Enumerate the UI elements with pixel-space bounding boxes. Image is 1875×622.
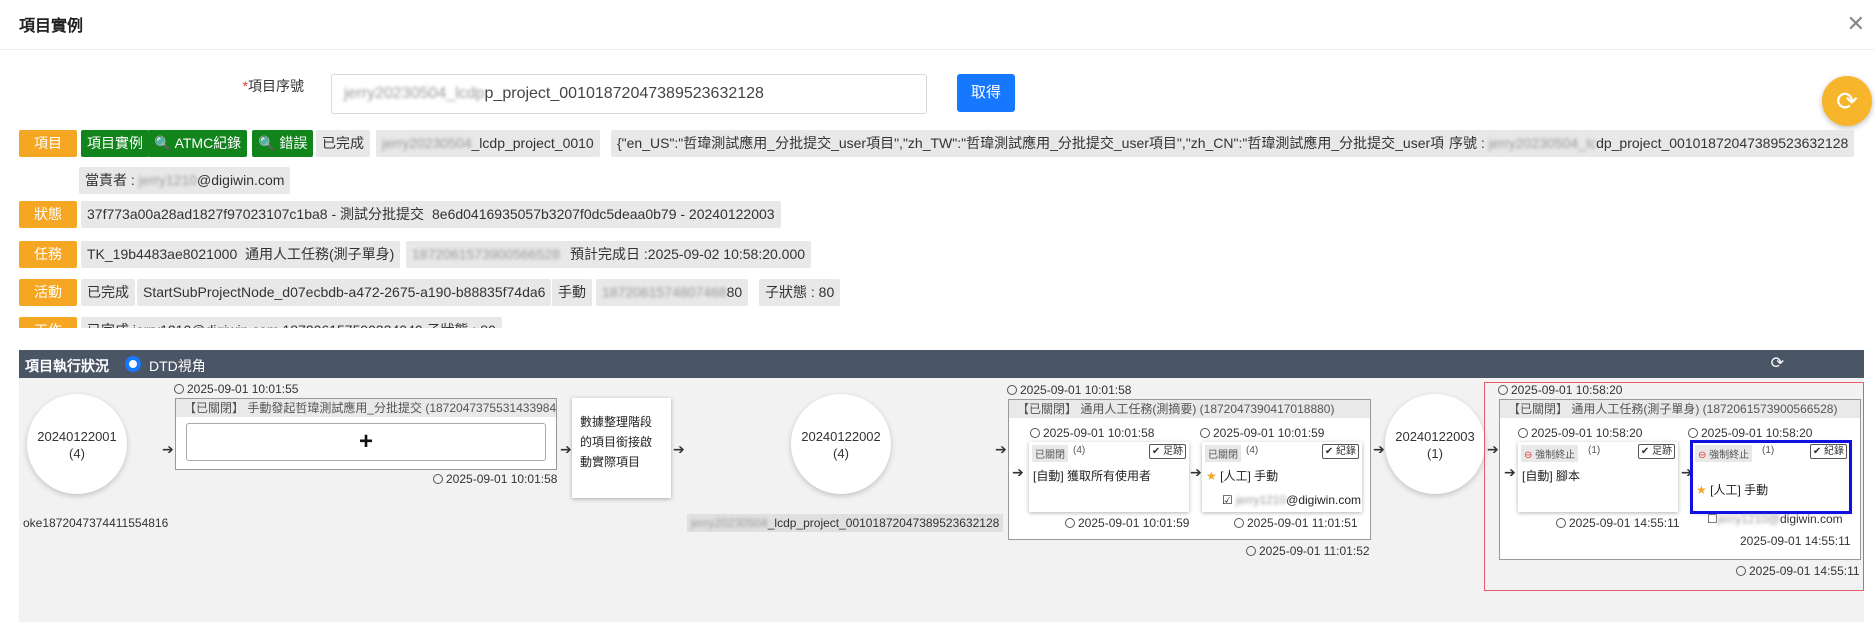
checkbox-icon: ☑ <box>1222 493 1233 507</box>
checkbox-icon: ☐ <box>1707 512 1718 526</box>
info-panel: 項目 項目實例 🔍 ATMC紀錄 🔍 錯誤 已完成 jerry20230504_… <box>19 130 1859 328</box>
terminated-tag: ⊖ 強制終止 <box>1521 445 1579 462</box>
work-chip: 已完成 jerry1210@digiwin.com 18720615759033… <box>81 317 502 328</box>
atmc-record-button[interactable]: 🔍 ATMC紀錄 <box>148 130 248 157</box>
dtd-view-label[interactable]: DTD視角 <box>149 356 206 376</box>
g2-auto-card[interactable]: 已關閉 (4) ✔ 足跡 [自動] 獲取所有使用者 <box>1029 442 1189 512</box>
dtd-view-radio[interactable] <box>125 356 141 372</box>
arrow-icon: ➔ <box>560 441 572 457</box>
activity-serial-chip: 187206157480746880 <box>596 279 749 306</box>
closed-tag: 已關閉 <box>1032 445 1068 462</box>
project-serial-row: *項目序號 jerry20230504_lcdpp_project_001018… <box>0 74 1875 114</box>
g3-auto-card[interactable]: ⊖ 強制終止 (1) ✔ 足跡 [自動] 腳本 <box>1518 442 1678 512</box>
project-code-chip: jerry20230504_lcdp_project_0010 <box>376 130 600 157</box>
owner-chip: 當責者 : jerry1210@digiwin.com <box>79 167 291 194</box>
record-button[interactable]: ✔ 紀錄 <box>1321 444 1359 459</box>
dialog-title: 項目實例 <box>19 18 84 35</box>
star-icon: ★ <box>1206 469 1217 483</box>
task-name-chip: 通用人工任務(測子單身) <box>239 241 401 268</box>
arrow-icon: ➔ <box>995 441 1007 457</box>
g1-header: 【已關閉】 手動發起哲瑋測試應用_分批提交 (18720473755314339… <box>176 399 556 417</box>
g3-header: 【已關閉】 通用人工任務(測子單身) (1872061573900566528) <box>1500 400 1860 418</box>
flow-node-2[interactable]: 20240122002 (4) <box>791 394 891 494</box>
task-serial-chip: 1872061573900566528 <box>406 241 566 268</box>
focused-card-outline <box>1690 440 1852 514</box>
task-due-chip: 預計完成日 :2025-09-02 10:58:20.000 <box>564 241 812 268</box>
g2-start-time: 2025-09-01 10:01:58 <box>1007 383 1131 397</box>
bridge-note-card[interactable]: 數據整理階段的項目銜接啟動實際項目 <box>572 398 671 498</box>
close-icon[interactable]: ✕ <box>1847 13 1865 35</box>
g2b-start-time: 2025-09-01 10:01:59 <box>1200 426 1324 440</box>
section-task: 任務 <box>19 241 77 268</box>
refresh-icon[interactable]: ⟳ <box>1822 76 1872 126</box>
g3b-email: ☐jerry1210@digiwin.com <box>1707 512 1843 526</box>
flow-node-3[interactable]: 20240122003 (1) <box>1385 394 1485 494</box>
flow-refresh-icon[interactable]: ⟳ <box>1771 353 1784 373</box>
project-instance-button[interactable]: 項目實例 <box>81 130 149 157</box>
section-state: 狀態 <box>19 201 77 228</box>
serial-chip: 序號 : jerry20230504_lcdp_project_00101872… <box>1443 130 1855 157</box>
error-button[interactable]: 🔍 錯誤 <box>252 130 314 157</box>
mid-project-chip: jerry20230504_lcdp_project_0010187204738… <box>687 514 1004 532</box>
add-icon[interactable]: + <box>186 423 546 461</box>
project-serial-input[interactable]: jerry20230504_lcdpp_project_001018720473… <box>331 74 927 114</box>
arrow-icon: ➔ <box>1190 464 1202 480</box>
flow-title: 項目執行狀況 <box>25 358 109 374</box>
section-project: 項目 <box>19 130 77 157</box>
g3-start-time: 2025-09-01 10:58:20 <box>1498 383 1622 397</box>
activity-substate-chip: 子狀態 : 80 <box>759 279 841 306</box>
arrow-icon: ➔ <box>1504 464 1516 480</box>
get-button[interactable]: 取得 <box>957 74 1015 112</box>
g1-start-time: 2025-09-01 10:01:55 <box>174 382 298 396</box>
arrow-icon: ➔ <box>1373 441 1385 457</box>
state-chip-2: 8e6d0416935057b3207f0dc5deaa0b79 - 20240… <box>426 201 781 228</box>
state-chip-1: 37f773a00a28ad1827f97023107c1ba8 - 測試分批提… <box>81 201 431 228</box>
project-name-chip: {"en_US":"哲瑋測試應用_分批提交_user項目","zh_TW":"哲… <box>611 130 1474 157</box>
g3a-end-time: 2025-09-01 14:55:11 <box>1556 516 1680 530</box>
g2-end-time: 2025-09-01 11:01:52 <box>1246 544 1370 558</box>
activity-mode-chip: 手動 <box>552 279 592 306</box>
flow-node-1[interactable]: 20240122001 (4) <box>27 394 127 494</box>
project-serial-label: *項目序號 <box>242 78 304 94</box>
footprint-button[interactable]: ✔ 足跡 <box>1637 444 1675 459</box>
left-tail-label: oke1872047374411554816 <box>23 516 169 530</box>
g3b-start-time: 2025-09-01 10:58:20 <box>1688 426 1812 440</box>
footprint-button[interactable]: ✔ 足跡 <box>1148 444 1186 459</box>
g3-end-time: 2025-09-01 14:55:11 <box>1736 564 1860 578</box>
g2-manual-card[interactable]: 已關閉 (4) ✔ 紀錄 ★ [人工] 手動 ☑ jerry1210@digiw… <box>1202 442 1362 512</box>
g2-header: 【已關閉】 通用人工任務(測摘要) (1872047390417018880) <box>1009 400 1370 418</box>
g2b-end-time: 2025-09-01 11:01:51 <box>1234 516 1358 530</box>
arrow-icon: ➔ <box>673 441 685 457</box>
g1-end-time: 2025-09-01 10:01:58 <box>433 472 557 486</box>
g2a-end-time: 2025-09-01 10:01:59 <box>1065 516 1189 530</box>
arrow-icon: ➔ <box>162 441 174 457</box>
activity-status-chip: 已完成 <box>81 279 135 306</box>
activity-node-chip: StartSubProjectNode_d07ecbdb-a472-2675-a… <box>137 279 552 306</box>
section-activity: 活動 <box>19 279 77 306</box>
g2a-start-time: 2025-09-01 10:01:58 <box>1030 426 1154 440</box>
g3b-end-time: 2025-09-01 14:55:11 <box>1740 534 1851 548</box>
section-work: 工作 <box>19 317 77 328</box>
status-chip: 已完成 <box>316 130 370 157</box>
flow-header: 項目執行狀況 DTD視角 ⟳ <box>19 350 1864 378</box>
arrow-icon: ➔ <box>1012 464 1024 480</box>
closed-tag: 已關閉 <box>1205 445 1241 462</box>
task-id-chip: TK_19b4483ae8021000 <box>81 241 244 268</box>
g3a-start-time: 2025-09-01 10:58:20 <box>1518 426 1642 440</box>
g1-group: 【已關閉】 手動發起哲瑋測試應用_分批提交 (18720473755314339… <box>175 398 557 470</box>
dialog-header: 項目實例 ✕ <box>0 0 1875 50</box>
